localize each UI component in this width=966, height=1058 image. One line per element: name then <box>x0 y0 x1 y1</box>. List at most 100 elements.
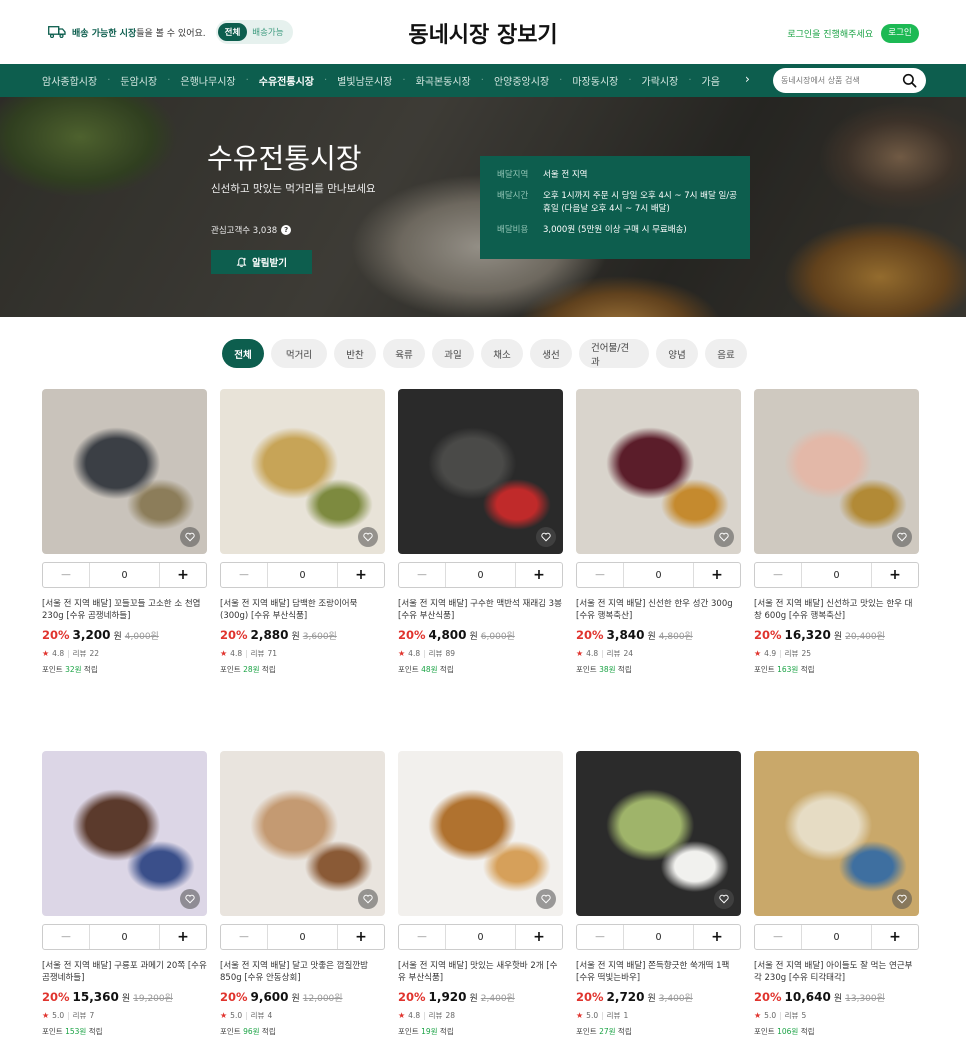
category-chip[interactable]: 먹거리 <box>271 339 327 368</box>
product-image[interactable] <box>576 751 741 916</box>
product-name[interactable]: [서울 전 지역 배달] 구수한 맥반석 재래김 3봉 [수유 부산식품] <box>398 598 563 622</box>
wishlist-button[interactable] <box>358 527 378 547</box>
product-name[interactable]: [서울 전 지역 배달] 구룡포 과메기 20쪽 [수유 곰쟁네하들] <box>42 960 207 984</box>
wishlist-button[interactable] <box>180 889 200 909</box>
qty-increase-button[interactable]: + <box>337 925 384 949</box>
product-card[interactable]: − 0 + [서울 전 지역 배달] 담백한 조랑이어묵 (300g) [수유 … <box>220 389 385 675</box>
product-card[interactable]: − 0 + [서울 전 지역 배달] 꼬들꼬들 고소한 소 천엽 230g [수… <box>42 389 207 675</box>
info-icon[interactable]: ? <box>281 225 292 235</box>
qty-value[interactable]: 0 <box>624 925 693 949</box>
nav-market-item[interactable]: 별빛남문시장 <box>337 73 392 88</box>
qty-decrease-button[interactable]: − <box>755 563 802 587</box>
product-image[interactable] <box>220 751 385 916</box>
qty-value[interactable]: 0 <box>624 563 693 587</box>
wishlist-button[interactable] <box>358 889 378 909</box>
category-chip[interactable]: 건어물/견과 <box>579 339 649 368</box>
qty-increase-button[interactable]: + <box>515 925 562 949</box>
qty-decrease-button[interactable]: − <box>221 563 268 587</box>
product-name[interactable]: [서울 전 지역 배달] 달고 맛좋은 껍질깐밤 850g [수유 안동상회] <box>220 960 385 984</box>
nav-market-item[interactable]: 안양중앙시장 <box>494 73 549 88</box>
qty-decrease-button[interactable]: − <box>221 925 268 949</box>
product-image[interactable] <box>220 389 385 554</box>
product-name[interactable]: [서울 전 지역 배달] 담백한 조랑이어묵 (300g) [수유 부산식품] <box>220 598 385 622</box>
qty-increase-button[interactable]: + <box>159 563 206 587</box>
category-chip[interactable]: 양념 <box>656 339 698 368</box>
qty-decrease-button[interactable]: − <box>43 925 90 949</box>
nav-market-item[interactable]: 가락시장 <box>642 73 679 88</box>
qty-value[interactable]: 0 <box>802 925 871 949</box>
search-box[interactable] <box>773 68 926 93</box>
qty-value[interactable]: 0 <box>90 563 159 587</box>
qty-decrease-button[interactable]: − <box>577 563 624 587</box>
login-button[interactable]: 로그인 <box>881 24 919 43</box>
wishlist-button[interactable] <box>180 527 200 547</box>
product-name[interactable]: [서울 전 지역 배달] 신선한 한우 성간 300g [수유 행복축산] <box>576 598 741 622</box>
product-name[interactable]: [서울 전 지역 배달] 맛있는 새우핫바 2개 [수유 부산식품] <box>398 960 563 984</box>
product-card[interactable]: − 0 + [서울 전 지역 배달] 쫀득향긋한 쑥개떡 1팩 [수유 떡빛는바… <box>576 751 741 1037</box>
product-name[interactable]: [서울 전 지역 배달] 쫀득향긋한 쑥개떡 1팩 [수유 떡빛는바우] <box>576 960 741 984</box>
qty-decrease-button[interactable]: − <box>399 925 446 949</box>
qty-increase-button[interactable]: + <box>871 563 918 587</box>
category-chip[interactable]: 육류 <box>383 339 425 368</box>
qty-increase-button[interactable]: + <box>515 563 562 587</box>
nav-market-item[interactable]: 은행나무시장 <box>180 73 235 88</box>
qty-value[interactable]: 0 <box>268 563 337 587</box>
category-chip[interactable]: 채소 <box>481 339 523 368</box>
qty-value[interactable]: 0 <box>90 925 159 949</box>
product-card[interactable]: − 0 + [서울 전 지역 배달] 아이들도 잘 먹는 연근부각 230g [… <box>754 751 919 1037</box>
search-input[interactable] <box>781 72 899 89</box>
product-card[interactable]: − 0 + [서울 전 지역 배달] 구룡포 과메기 20쪽 [수유 곰쟁네하들… <box>42 751 207 1037</box>
qty-value[interactable]: 0 <box>446 925 515 949</box>
product-card[interactable]: − 0 + [서울 전 지역 배달] 구수한 맥반석 재래김 3봉 [수유 부산… <box>398 389 563 675</box>
qty-increase-button[interactable]: + <box>693 925 740 949</box>
qty-decrease-button[interactable]: − <box>399 563 446 587</box>
qty-increase-button[interactable]: + <box>159 925 206 949</box>
qty-decrease-button[interactable]: − <box>577 925 624 949</box>
wishlist-button[interactable] <box>536 889 556 909</box>
nav-market-item[interactable]: 가음 <box>702 73 720 88</box>
notify-button[interactable]: 알림받기 <box>211 250 312 274</box>
nav-market-item[interactable]: 수유전통시장 <box>259 73 314 88</box>
nav-market-item[interactable]: 둔암시장 <box>120 73 157 88</box>
nav-market-item[interactable]: 마장동시장 <box>572 73 618 88</box>
product-image[interactable] <box>42 751 207 916</box>
wishlist-button[interactable] <box>892 527 912 547</box>
search-icon[interactable] <box>902 73 917 88</box>
qty-decrease-button[interactable]: − <box>43 563 90 587</box>
product-card[interactable]: − 0 + [서울 전 지역 배달] 맛있는 새우핫바 2개 [수유 부산식품]… <box>398 751 563 1037</box>
category-chip[interactable]: 반찬 <box>334 339 376 368</box>
wishlist-button[interactable] <box>714 527 734 547</box>
category-chip[interactable]: 음료 <box>705 339 747 368</box>
product-name[interactable]: [서울 전 지역 배달] 아이들도 잘 먹는 연근부각 230g [수유 티각태… <box>754 960 919 984</box>
product-image[interactable] <box>398 751 563 916</box>
product-card[interactable]: − 0 + [서울 전 지역 배달] 신선하고 맛있는 한우 대창 600g [… <box>754 389 919 675</box>
qty-increase-button[interactable]: + <box>337 563 384 587</box>
wishlist-button[interactable] <box>892 889 912 909</box>
qty-value[interactable]: 0 <box>268 925 337 949</box>
product-image[interactable] <box>754 751 919 916</box>
product-image[interactable] <box>754 389 919 554</box>
product-card[interactable]: − 0 + [서울 전 지역 배달] 달고 맛좋은 껍질깐밤 850g [수유 … <box>220 751 385 1037</box>
nav-market-item[interactable]: 화곡본동시장 <box>416 73 471 88</box>
product-image[interactable] <box>42 389 207 554</box>
qty-value[interactable]: 0 <box>802 563 871 587</box>
qty-increase-button[interactable]: + <box>871 925 918 949</box>
category-chip[interactable]: 과일 <box>432 339 474 368</box>
qty-value[interactable]: 0 <box>446 563 515 587</box>
wishlist-button[interactable] <box>536 527 556 547</box>
qty-increase-button[interactable]: + <box>693 563 740 587</box>
product-card[interactable]: − 0 + [서울 전 지역 배달] 신선한 한우 성간 300g [수유 행복… <box>576 389 741 675</box>
product-name[interactable]: [서울 전 지역 배달] 꼬들꼬들 고소한 소 천엽 230g [수유 곰쟁네하… <box>42 598 207 622</box>
product-image[interactable] <box>398 389 563 554</box>
wishlist-button[interactable] <box>714 889 734 909</box>
points-suffix: 적립 <box>798 1027 815 1036</box>
rating-value: 5.0 <box>52 1011 65 1020</box>
category-chip[interactable]: 전체 <box>222 339 264 368</box>
category-chip[interactable]: 생선 <box>530 339 572 368</box>
nav-next-arrow[interactable]: › <box>745 72 750 86</box>
nav-market-item[interactable]: 암사종합시장 <box>42 73 97 88</box>
product-image[interactable] <box>576 389 741 554</box>
product-name[interactable]: [서울 전 지역 배달] 신선하고 맛있는 한우 대창 600g [수유 행복축… <box>754 598 919 622</box>
points-suffix: 적립 <box>615 665 632 674</box>
qty-decrease-button[interactable]: − <box>755 925 802 949</box>
